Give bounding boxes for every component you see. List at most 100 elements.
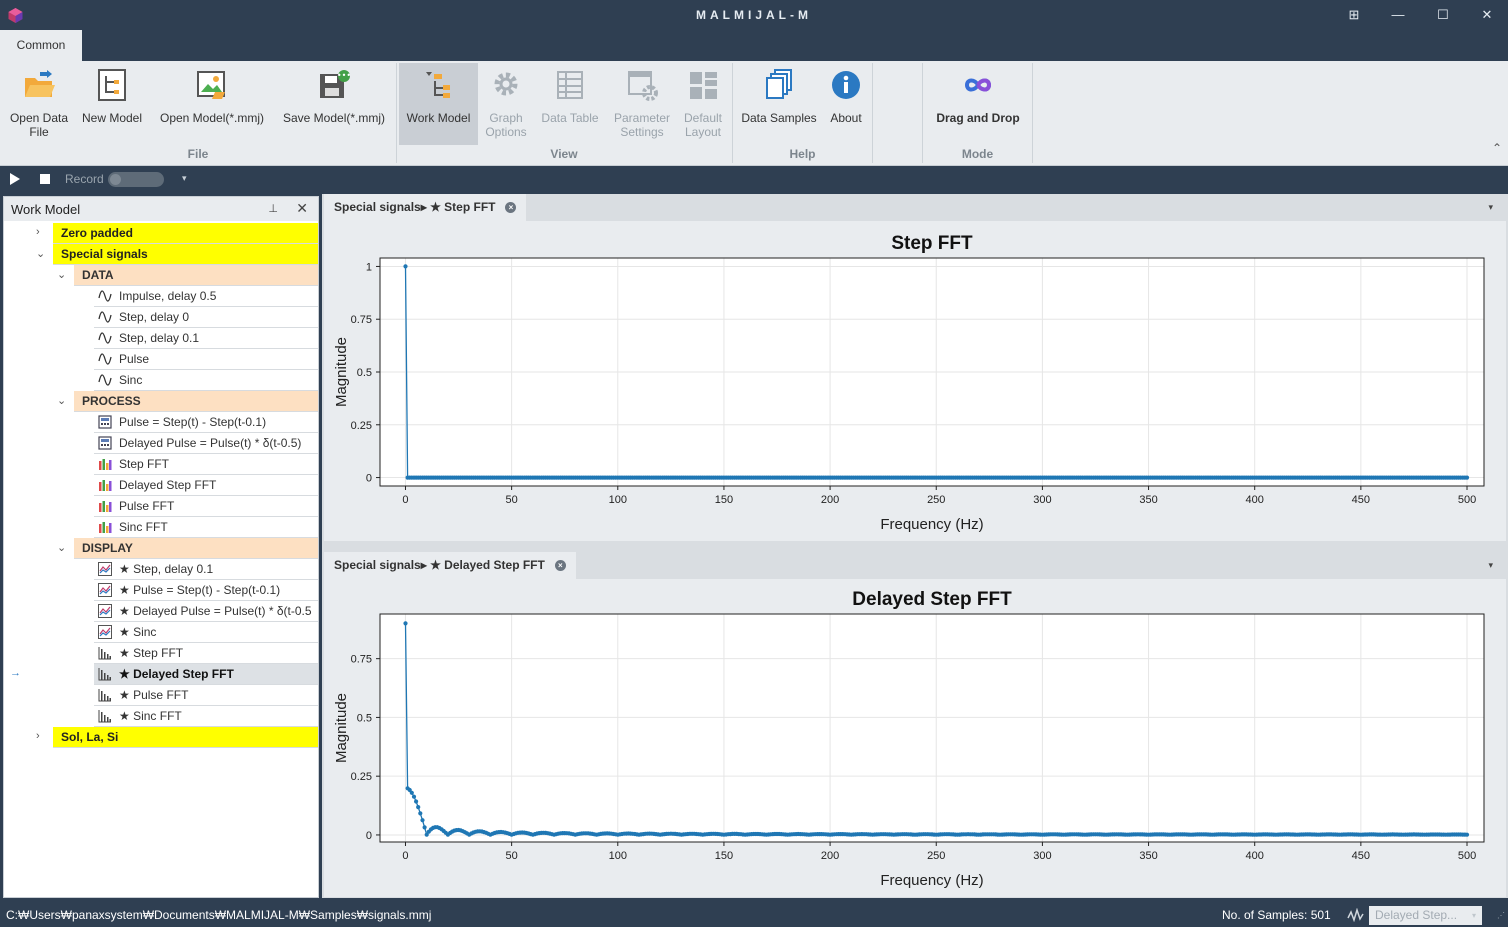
bar-chart-icon [98, 709, 112, 723]
chevron-down-icon[interactable]: ⌄ [57, 394, 66, 407]
tree-label: Delayed Step FFT [119, 478, 217, 492]
ribbon-separator [396, 63, 397, 163]
record-label: Record [65, 172, 104, 186]
tree-item[interactable]: ★ Sinc FFT [94, 706, 318, 727]
tree-label: PROCESS [82, 394, 141, 408]
work-model-panel: Work Model ⊥ ✕ Zero padded › Special signa… [3, 196, 319, 898]
document-area: Special signals▸ ★ Step FFT × ▾ Step FFT 0… [322, 194, 1508, 898]
tree-section[interactable]: DATA [74, 265, 318, 286]
pin-icon[interactable]: ⊥ [268, 202, 278, 215]
tree-section[interactable]: PROCESS [74, 391, 318, 412]
tree-label: ★ Delayed Step FFT [119, 667, 234, 681]
chart-title: Delayed Step FFT [852, 589, 1012, 610]
close-panel-button[interactable]: ✕ [296, 200, 308, 217]
tree-item[interactable]: Sinc FFT [94, 517, 318, 538]
tree-item[interactable]: ★ Step FFT [94, 643, 318, 664]
graph-options-button[interactable]: Graph Options [479, 63, 533, 145]
signal-selector[interactable]: Delayed Step... ▾ [1369, 906, 1482, 925]
tree-item[interactable]: Pulse = Step(t) - Step(t-0.1) [94, 412, 318, 433]
fft-process-icon [98, 499, 112, 513]
tree-item[interactable]: ★ Delayed Pulse = Pulse(t) * δ(t-0.5 [94, 601, 318, 622]
tab-dropdown-button[interactable]: ▾ [1488, 202, 1493, 213]
tree-label: DISPLAY [82, 541, 133, 555]
tree-item[interactable]: Step FFT [94, 454, 318, 475]
tree-category[interactable]: Sol, La, Si [53, 727, 318, 748]
tree-item[interactable]: Delayed Step FFT [94, 475, 318, 496]
group-label-help: Help [789, 147, 816, 161]
y-tick-label: 1 [366, 261, 372, 273]
tree-label: Pulse = Step(t) - Step(t-0.1) [119, 415, 267, 429]
chevron-down-icon[interactable]: ⌄ [57, 541, 66, 554]
open-data-file-button[interactable]: Open Data File [4, 63, 74, 145]
tree-item[interactable]: ★ Sinc [94, 622, 318, 643]
chevron-down-icon[interactable]: ⌄ [36, 247, 45, 260]
save-model-label: Save Model(*.mmj) [282, 111, 386, 125]
tree-item[interactable]: Pulse [94, 349, 318, 370]
chart-panel-delayed-step-fft: Delayed Step FFT 0 50 100 150 200 250 300 350 400… [324, 579, 1506, 897]
parameter-settings-button[interactable]: Parameter Settings [608, 63, 676, 145]
stop-button[interactable] [40, 174, 50, 184]
save-model-button[interactable]: ••• Save Model(*.mmj) [276, 63, 392, 145]
x-tick-label: 0 [402, 850, 408, 862]
work-model-tree: Zero padded › Special signals ⌄ DATA ⌄ Impulse… [4, 223, 318, 897]
record-toggle[interactable] [108, 172, 164, 187]
tree-item[interactable]: ★ Delayed Step FFT [94, 664, 318, 685]
step-fft-chart[interactable]: Step FFT 0 50 100 150 200 250 300 350 400 450 500 0 0… [324, 221, 1506, 541]
minimize-button[interactable]: — [1387, 6, 1409, 24]
resize-grip[interactable]: ⋰ [1497, 911, 1505, 920]
tree-item[interactable]: Step, delay 0.1 [94, 328, 318, 349]
tree-item[interactable]: ★ Pulse = Step(t) - Step(t-0.1) [94, 580, 318, 601]
tree-category[interactable]: Special signals [53, 244, 318, 265]
data-samples-button[interactable]: Data Samples [737, 63, 821, 145]
work-model-button[interactable]: Work Model [399, 63, 478, 145]
about-button[interactable]: About [823, 63, 869, 145]
tree-category[interactable]: Zero padded [53, 223, 318, 244]
close-tab-icon[interactable]: × [505, 202, 517, 214]
layout-icon [690, 72, 717, 99]
about-label: About [830, 111, 862, 125]
open-model-button[interactable]: Open Model(*.mmj) [152, 63, 272, 145]
tab-common[interactable]: Common [0, 30, 82, 61]
drag-and-drop-button[interactable]: Drag and Drop [926, 63, 1030, 145]
y-tick-label: 0 [366, 830, 372, 842]
document-tab-bar: Special signals▸ ★ Delayed Step FFT × ▾ [322, 552, 1508, 579]
tab-dropdown-button[interactable]: ▾ [1488, 560, 1493, 571]
tree-label: ★ Pulse = Step(t) - Step(t-0.1) [119, 583, 281, 597]
tab-delayed-step-fft[interactable]: Special signals▸ ★ Delayed Step FFT × [324, 552, 576, 579]
x-tick-label: 100 [609, 850, 627, 862]
new-model-button[interactable]: New Model [78, 63, 146, 145]
delayed-step-fft-chart[interactable]: Delayed Step FFT 0 50 100 150 200 250 300 350 400… [324, 579, 1506, 897]
chevron-right-icon[interactable]: › [36, 226, 40, 238]
record-dropdown-button[interactable]: ▾ [182, 173, 187, 184]
tree-item[interactable]: Step, delay 0 [94, 307, 318, 328]
tree-item[interactable]: ★ Pulse FFT [94, 685, 318, 706]
record-toolbar: Record ▾ [0, 166, 1508, 192]
chevron-down-icon[interactable]: ⌄ [57, 268, 66, 281]
x-tick-label: 50 [506, 850, 518, 862]
y-axis-label: Magnitude [333, 693, 350, 763]
group-label-mode: Mode [961, 147, 994, 161]
data-table-button[interactable]: Data Table [536, 63, 604, 145]
sample-count: No. of Samples: 501 [1222, 908, 1331, 922]
ribbon: Open Data File New Model Open Model(*.mm… [0, 61, 1508, 166]
play-button[interactable] [10, 173, 20, 185]
close-window-button[interactable]: ✕ [1476, 6, 1498, 24]
tree-item[interactable]: ★ Step, delay 0.1 [94, 559, 318, 580]
new-model-icon [98, 69, 126, 101]
maximize-button[interactable]: ☐ [1432, 6, 1454, 24]
tree-item[interactable]: Pulse FFT [94, 496, 318, 517]
tree-item[interactable]: Delayed Pulse = Pulse(t) * δ(t-0.5) [94, 433, 318, 454]
tab-step-fft-label: Special signals▸ ★ Step FFT [334, 200, 496, 214]
tree-label: Step, delay 0 [119, 310, 190, 324]
tab-step-fft[interactable]: Special signals▸ ★ Step FFT × [324, 194, 527, 221]
tree-item[interactable]: Sinc [94, 370, 318, 391]
collapse-ribbon-button[interactable]: ⌃ [1492, 141, 1502, 155]
tree-item[interactable]: Impulse, delay 0.5 [94, 286, 318, 307]
line-chart-icon [98, 562, 112, 576]
default-layout-button[interactable]: Default Layout [678, 63, 728, 145]
close-tab-icon[interactable]: × [554, 560, 566, 572]
chevron-right-icon[interactable]: › [36, 730, 40, 742]
tree-section[interactable]: DISPLAY [74, 538, 318, 559]
restore-layout-button[interactable]: ⊞ [1343, 6, 1365, 24]
work-model-label: Work Model [406, 111, 471, 125]
